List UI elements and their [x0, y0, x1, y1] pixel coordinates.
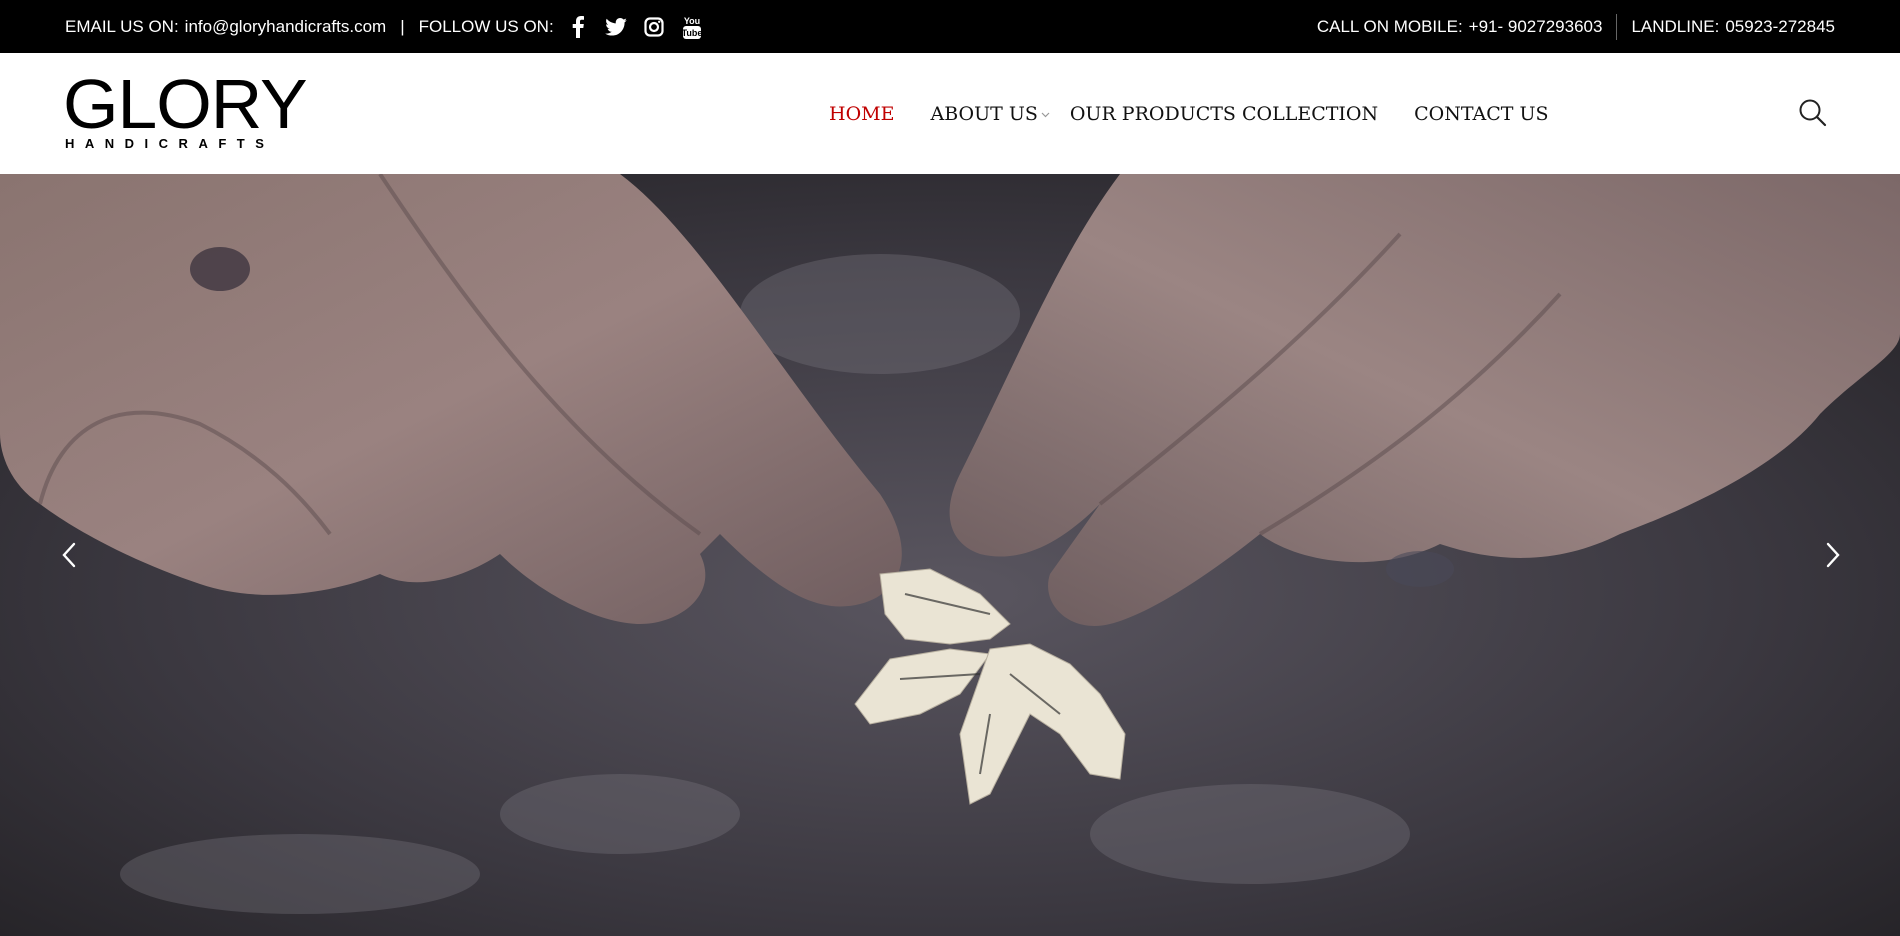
- follow-label: FOLLOW US ON:: [418, 16, 554, 36]
- nav-item-label: CONTACT US: [1414, 102, 1549, 125]
- topbar-right: CALL ON MOBILE: +91- 9027293603 LANDLINE…: [1316, 13, 1835, 40]
- facebook-icon[interactable]: [566, 15, 590, 39]
- site-logo[interactable]: GLORY HANDICRAFTS: [63, 69, 308, 153]
- search-icon[interactable]: [1798, 98, 1828, 128]
- nav-item-label: OUR PRODUCTS COLLECTION: [1069, 102, 1379, 125]
- youtube-icon[interactable]: You Tube: [680, 15, 704, 39]
- topbar-left: EMAIL US ON: info@gloryhandicrafts.com |…: [65, 15, 704, 39]
- logo-main-text: GLORY: [63, 65, 308, 143]
- email-label: EMAIL US ON:: [65, 16, 179, 36]
- mobile-number[interactable]: +91- 9027293603: [1469, 17, 1603, 37]
- chevron-left-icon[interactable]: [54, 540, 84, 570]
- svg-text:Tube: Tube: [682, 28, 702, 38]
- divider: [1616, 13, 1618, 40]
- chevron-down-icon: [1041, 110, 1050, 121]
- email-link[interactable]: info@gloryhandicrafts.com: [185, 17, 387, 37]
- landline-label: LANDLINE:: [1631, 16, 1720, 36]
- chevron-right-icon[interactable]: [1818, 540, 1848, 570]
- nav-item-about-us[interactable]: ABOUT US: [930, 102, 1050, 125]
- nav-item-home[interactable]: HOME: [829, 103, 894, 125]
- svg-text:You: You: [684, 16, 700, 26]
- nav-item-contact-us[interactable]: CONTACT US: [1414, 103, 1548, 125]
- nav-item-products-collection[interactable]: OUR PRODUCTS COLLECTION: [1070, 103, 1378, 125]
- hero-slider: [0, 174, 1900, 936]
- landline-number[interactable]: 05923-272845: [1725, 17, 1835, 37]
- twitter-icon[interactable]: [604, 15, 628, 39]
- separator: |: [400, 16, 405, 36]
- mobile-label: CALL ON MOBILE:: [1316, 16, 1463, 36]
- main-nav: HOME ABOUT US OUR PRODUCTS COLLECTION CO…: [829, 53, 1584, 174]
- instagram-icon[interactable]: [642, 15, 666, 39]
- hero-image: [0, 174, 1900, 936]
- nav-item-label: HOME: [829, 102, 895, 125]
- top-bar: EMAIL US ON: info@gloryhandicrafts.com |…: [0, 0, 1900, 53]
- social-links: You Tube: [562, 15, 704, 39]
- site-header: GLORY HANDICRAFTS HOME ABOUT US OUR PROD…: [0, 53, 1900, 174]
- nav-item-label: ABOUT US: [930, 102, 1038, 125]
